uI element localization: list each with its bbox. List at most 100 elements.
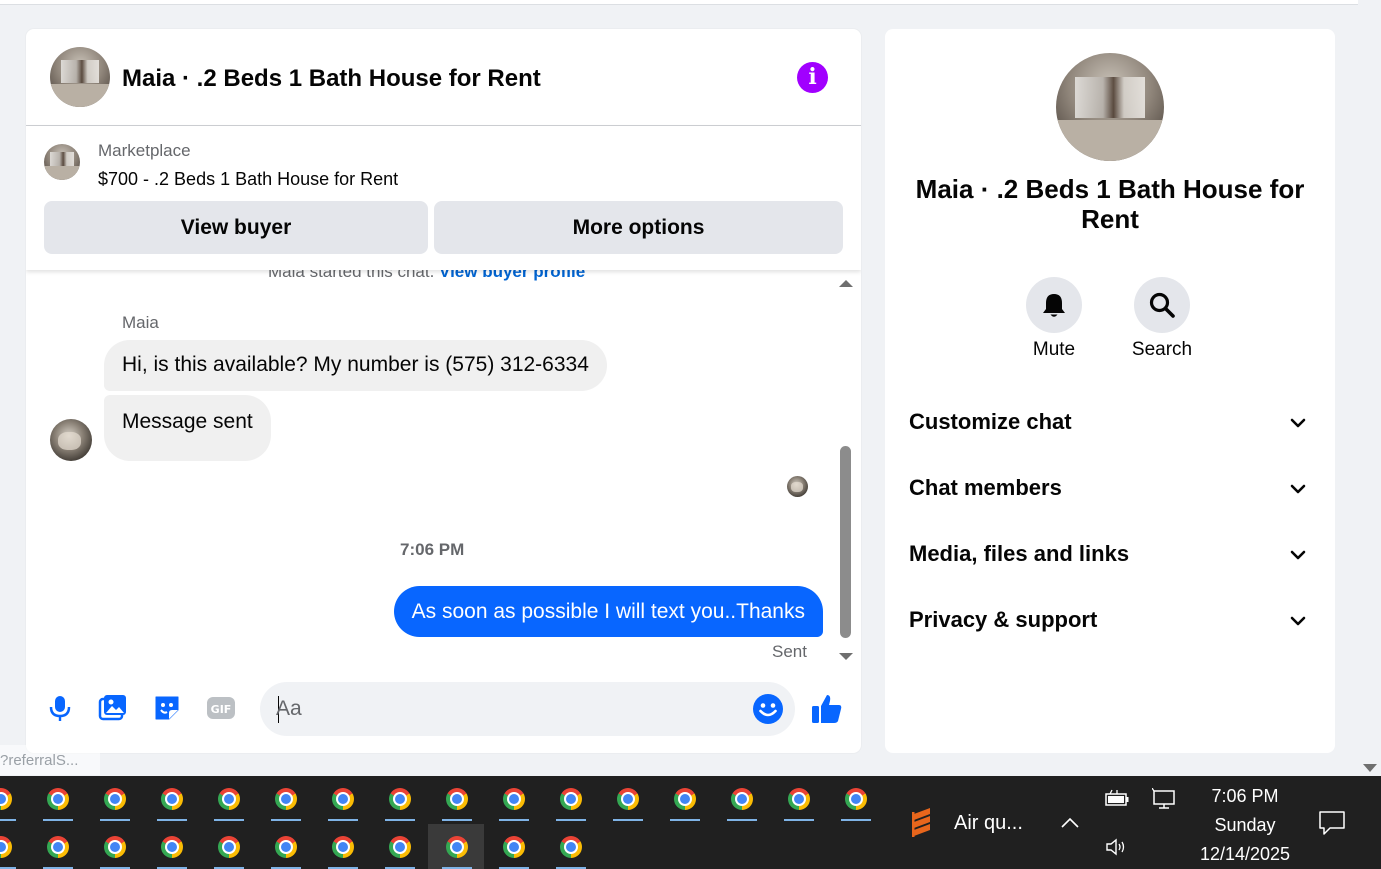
chrome-taskbar-button[interactable]	[314, 776, 370, 822]
chrome-icon	[0, 836, 12, 858]
chrome-taskbar-button[interactable]	[428, 824, 484, 869]
battery-icon[interactable]	[1104, 788, 1130, 810]
chat-header: Maia · .2 Beds 1 Bath House for Rent i	[26, 29, 861, 126]
incoming-message[interactable]: Message sent	[104, 395, 271, 461]
chrome-taskbar-button[interactable]	[542, 776, 598, 822]
chrome-taskbar-button[interactable]	[485, 824, 541, 869]
chrome-taskbar-button[interactable]	[200, 824, 256, 869]
running-indicator	[157, 819, 187, 821]
panel-listing-avatar[interactable]	[1056, 53, 1164, 161]
chrome-taskbar-button[interactable]	[713, 776, 769, 822]
clock-day: Sunday	[1214, 815, 1276, 835]
section-label: Media, files and links	[909, 541, 1130, 566]
marketplace-banner: Marketplace $700 - .2 Beds 1 Bath House …	[26, 126, 861, 270]
chrome-taskbar-button[interactable]	[200, 776, 256, 822]
incoming-message[interactable]: Hi, is this available? My number is (575…	[104, 340, 607, 391]
outgoing-message[interactable]: As soon as possible I will text you..Tha…	[393, 586, 823, 637]
message-input-wrapper[interactable]	[260, 682, 795, 736]
running-indicator	[613, 819, 643, 821]
chrome-taskbar-button[interactable]	[143, 776, 199, 822]
chrome-icon	[332, 788, 354, 810]
chrome-icon	[104, 836, 126, 858]
chat-title[interactable]: Maia · .2 Beds 1 Bath House for Rent	[122, 65, 541, 93]
chrome-taskbar-button[interactable]	[0, 824, 28, 869]
chrome-taskbar-button[interactable]	[257, 776, 313, 822]
chrome-taskbar-button[interactable]	[542, 824, 598, 869]
chrome-icon	[503, 836, 525, 858]
chevron-down-icon	[1290, 616, 1306, 626]
chrome-icon	[503, 788, 525, 810]
chrome-taskbar-button[interactable]	[86, 824, 142, 869]
notification-icon[interactable]	[1318, 810, 1346, 836]
chrome-icon	[788, 788, 810, 810]
chrome-taskbar-button[interactable]	[29, 824, 85, 869]
section-customize-chat[interactable]: Customize chat	[909, 402, 1311, 442]
air-quality-widget[interactable]: Air qu...	[906, 802, 1036, 842]
more-options-button[interactable]: More options	[434, 201, 843, 254]
chrome-taskbar-button[interactable]	[257, 824, 313, 869]
message-input[interactable]	[276, 693, 736, 725]
chrome-icon	[389, 836, 411, 858]
running-indicator	[43, 819, 73, 821]
info-icon[interactable]: i	[797, 62, 828, 93]
chrome-taskbar-button[interactable]	[485, 776, 541, 822]
search-button[interactable]	[1134, 277, 1190, 333]
clock-time: 7:06 PM	[1211, 786, 1279, 806]
section-label: Customize chat	[909, 409, 1072, 434]
listing-thumbnail[interactable]	[44, 144, 80, 180]
section-privacy-support[interactable]: Privacy & support	[909, 600, 1311, 640]
chrome-icon	[218, 836, 240, 858]
chrome-taskbar-button[interactable]	[86, 776, 142, 822]
chrome-taskbar-button[interactable]	[143, 824, 199, 869]
section-chat-members[interactable]: Chat members	[909, 468, 1311, 508]
listing-avatar[interactable]	[50, 47, 110, 107]
sent-status: Sent	[772, 642, 807, 661]
emoji-icon[interactable]	[752, 693, 784, 725]
chrome-taskbar-button[interactable]	[371, 776, 427, 822]
bell-icon	[1043, 294, 1065, 317]
scroll-up-arrow-icon[interactable]	[839, 280, 853, 287]
chrome-taskbar-button[interactable]	[29, 776, 85, 822]
scroll-down-arrow-icon[interactable]	[839, 653, 853, 660]
running-indicator	[100, 819, 130, 821]
chrome-taskbar-button[interactable]	[827, 776, 883, 822]
show-hidden-icons-chevron-up-icon[interactable]	[1060, 816, 1080, 830]
panel-title: Maia · .2 Beds 1 Bath House for Rent	[915, 174, 1305, 234]
mic-icon[interactable]	[45, 693, 75, 723]
message-scrollbar[interactable]	[838, 276, 854, 660]
chrome-icon	[560, 788, 582, 810]
scrollbar-thumb[interactable]	[840, 446, 851, 638]
scroll-down-arrow-icon[interactable]	[1363, 764, 1377, 772]
sticker-icon[interactable]	[152, 693, 182, 723]
marketplace-label: Marketplace	[98, 141, 191, 160]
chrome-taskbar-button[interactable]	[314, 824, 370, 869]
listing-price-title[interactable]: $700 - .2 Beds 1 Bath House for Rent	[98, 169, 398, 190]
chrome-taskbar-button[interactable]	[0, 776, 28, 822]
taskbar-clock[interactable]: 7:06 PM Sunday 12/14/2025	[1190, 782, 1300, 869]
chrome-taskbar-button[interactable]	[656, 776, 712, 822]
sender-name: Maia	[122, 313, 159, 332]
running-indicator	[727, 819, 757, 821]
sender-avatar[interactable]	[50, 419, 92, 461]
page-scrollbar[interactable]	[1358, 0, 1381, 776]
windows-taskbar: Air qu... 7:06 PM Sunday 12/14/2025	[0, 776, 1381, 869]
chrome-icon	[47, 836, 69, 858]
view-buyer-button[interactable]: View buyer	[44, 201, 428, 254]
network-icon[interactable]	[1152, 788, 1178, 810]
running-indicator	[670, 819, 700, 821]
search-label: Search	[1131, 339, 1193, 360]
chrome-taskbar-button[interactable]	[428, 776, 484, 822]
section-media-files-links[interactable]: Media, files and links	[909, 534, 1311, 574]
running-indicator	[784, 819, 814, 821]
chrome-taskbar-button[interactable]	[371, 824, 427, 869]
gif-icon[interactable]: GIF	[206, 693, 236, 723]
search-icon	[1149, 292, 1175, 318]
chrome-taskbar-button[interactable]	[770, 776, 826, 822]
photo-icon[interactable]	[98, 693, 128, 723]
mute-button[interactable]	[1026, 277, 1082, 333]
volume-icon[interactable]	[1104, 836, 1130, 858]
chrome-icon	[674, 788, 696, 810]
chrome-taskbar-button[interactable]	[599, 776, 655, 822]
like-icon[interactable]	[810, 692, 844, 726]
clock-date: 12/14/2025	[1199, 844, 1291, 864]
